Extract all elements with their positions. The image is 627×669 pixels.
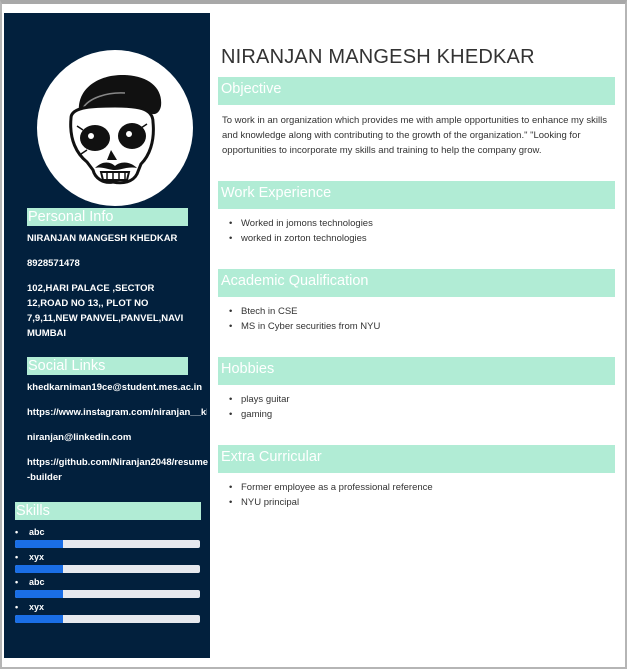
bullet-icon: • <box>229 218 233 229</box>
list-item-text: MS in Cyber securities from NYU <box>241 321 381 332</box>
academic-list: • Btech in CSE • MS in Cyber securities fr… <box>227 304 380 334</box>
list-item: • Former employee as a professional refer… <box>227 480 433 495</box>
objective-heading: Objective <box>218 77 615 105</box>
list-item: • Worked in jomons technologies <box>227 216 373 231</box>
skills-heading: Skills <box>15 502 201 520</box>
bullet-icon: • <box>229 321 233 332</box>
skill-name: xyx <box>29 552 45 562</box>
personal-info-heading: Personal Info <box>27 208 188 226</box>
social-linkedin-link[interactable]: niranjan@linkedin.com <box>27 430 131 445</box>
list-item-text: worked in zorton technologies <box>241 233 367 244</box>
list-item: • gaming <box>227 407 290 422</box>
skill-bar-fill <box>15 590 64 598</box>
skill-name: xyx <box>29 602 45 612</box>
list-item-text: NYU principal <box>241 497 300 508</box>
list-item-text: plays guitar <box>241 394 290 405</box>
bullet-icon: • <box>15 527 19 537</box>
skill-bar-fill <box>15 615 64 623</box>
extra-curricular-heading: Extra Curricular <box>218 445 615 473</box>
bullet-icon: • <box>229 482 233 493</box>
skill-bar <box>15 565 200 573</box>
bullet-icon: • <box>15 577 19 587</box>
skill-bar <box>15 540 200 548</box>
list-item-text: gaming <box>241 409 273 420</box>
personal-phone: 8928571478 <box>27 258 80 269</box>
skull-avatar-icon <box>69 74 162 185</box>
skill-name: abc <box>29 577 45 587</box>
bullet-icon: • <box>15 602 19 612</box>
list-item: • plays guitar <box>227 392 290 407</box>
bullet-icon: • <box>229 394 233 405</box>
hobbies-list: • plays guitar • gaming <box>227 392 290 422</box>
skill-bar <box>15 615 200 623</box>
list-item-text: Worked in jomons technologies <box>241 218 373 229</box>
social-instagram-link[interactable]: https://www.instagram.com/niranjan__khe <box>27 405 207 420</box>
sidebar: Personal Info NIRANJAN MANGESH KHEDKAR 8… <box>4 13 210 658</box>
social-links-heading: Social Links <box>27 357 188 375</box>
bullet-icon: • <box>229 497 233 508</box>
profile-avatar <box>37 50 193 206</box>
work-experience-list: • Worked in jomons technologies • worked i… <box>227 216 373 246</box>
page-title: NIRANJAN MANGESH KHEDKAR <box>221 46 535 68</box>
skill-bar <box>15 590 200 598</box>
hobbies-heading: Hobbies <box>218 357 615 385</box>
social-github-link[interactable]: https://github.com/Niranjan2048/resume-b… <box>27 455 209 485</box>
bullet-icon: • <box>229 233 233 244</box>
academic-heading: Academic Qualification <box>218 269 615 297</box>
personal-name: NIRANJAN MANGESH KHEDKAR <box>27 233 178 244</box>
social-email-link[interactable]: khedkarniman19ce@student.mes.ac.in <box>27 380 202 395</box>
extra-curricular-list: • Former employee as a professional refer… <box>227 480 433 510</box>
objective-text: To work in an organization which provide… <box>222 115 607 156</box>
skill-bar-fill <box>15 565 64 573</box>
list-item: • worked in zorton technologies <box>227 231 373 246</box>
list-item-text: Former employee as a professional refere… <box>241 482 433 493</box>
list-item: • Btech in CSE <box>227 304 380 319</box>
work-experience-heading: Work Experience <box>218 181 615 209</box>
skill-bar-fill <box>15 540 64 548</box>
bullet-icon: • <box>15 552 19 562</box>
list-item-text: Btech in CSE <box>241 306 298 317</box>
bullet-icon: • <box>229 306 233 317</box>
skill-name: abc <box>29 527 45 537</box>
list-item: • NYU principal <box>227 495 433 510</box>
personal-address: 102,HARI PALACE ,SECTOR 12,ROAD NO 13,, … <box>27 283 184 339</box>
list-item: • MS in Cyber securities from NYU <box>227 319 380 334</box>
bullet-icon: • <box>229 409 233 420</box>
